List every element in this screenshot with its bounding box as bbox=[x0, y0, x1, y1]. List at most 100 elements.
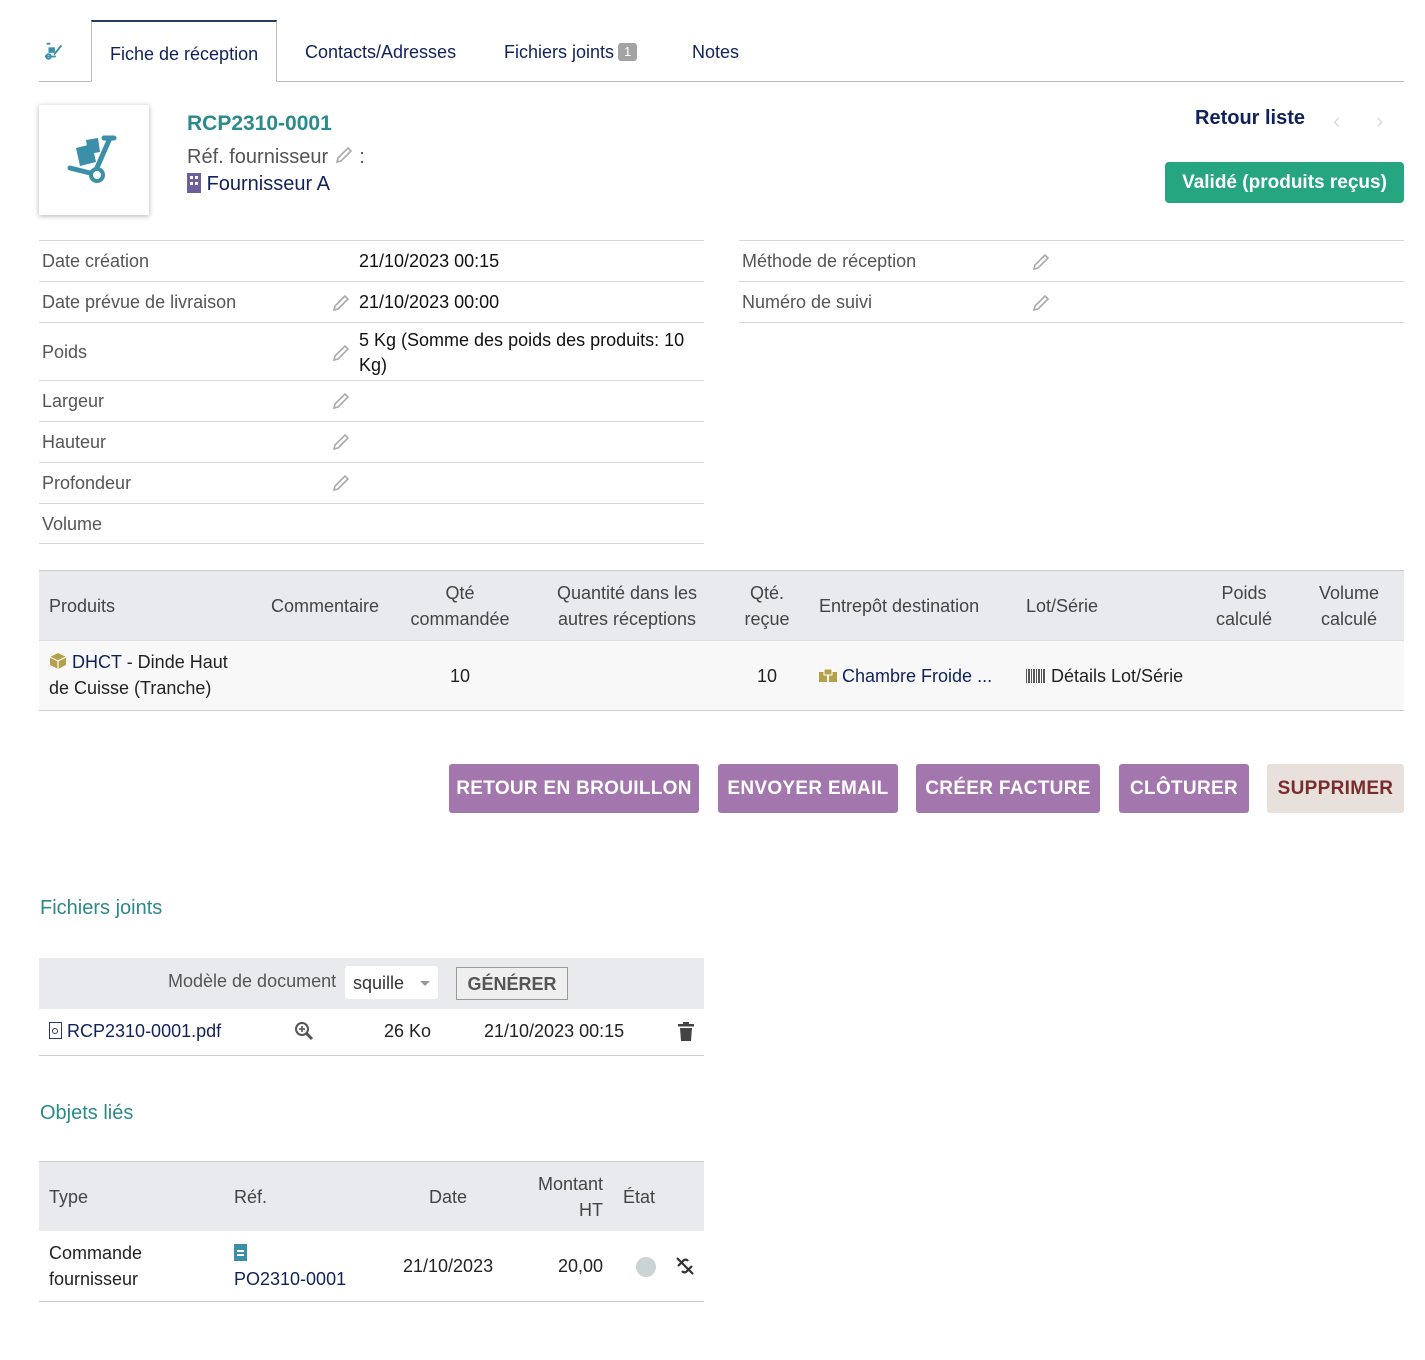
column-header-date: Date bbox=[429, 1187, 468, 1207]
pdf-file-icon bbox=[49, 1022, 62, 1039]
count-badge: 1 bbox=[618, 43, 638, 61]
next-record-icon[interactable]: › bbox=[1376, 108, 1383, 134]
field-label: Date prévue de livraison bbox=[42, 292, 237, 312]
pencil-icon[interactable] bbox=[331, 391, 351, 411]
file-size: 26 Ko bbox=[384, 1021, 432, 1041]
tab-fiche-reception[interactable]: Fiche de réception bbox=[91, 20, 278, 82]
column-header-commentaire[interactable]: Commentaire bbox=[271, 593, 379, 619]
warehouse-link[interactable]: Chambre Froide ... bbox=[842, 666, 992, 686]
lot-serie-cell[interactable]: Détails Lot/Série bbox=[1026, 663, 1183, 689]
linked-ref-link[interactable]: PO2310-0001 bbox=[234, 1269, 346, 1289]
cloturer-button[interactable]: CLÔTURER bbox=[1119, 764, 1249, 813]
field-row-profondeur: Profondeur bbox=[39, 462, 704, 503]
field-row-volume: Volume bbox=[39, 503, 704, 544]
linked-objects-header: Type Réf. Date Montant HT État bbox=[39, 1161, 704, 1231]
field-row-hauteur: Hauteur bbox=[39, 421, 704, 462]
warehouse-boxes-icon bbox=[819, 664, 837, 682]
field-row-poids: Poids 5 Kg (Somme des poids des produits… bbox=[39, 322, 704, 380]
table-row: Commande fournisseur PO2310-0001 21/10/20… bbox=[39, 1231, 704, 1302]
warehouse-cell: Chambre Froide ... bbox=[819, 663, 992, 689]
column-header-ref: Réf. bbox=[234, 1187, 268, 1207]
field-row-date-livraison: Date prévue de livraison 21/10/2023 00:0… bbox=[39, 281, 704, 322]
lot-serie-link[interactable]: Détails Lot/Série bbox=[1051, 666, 1183, 686]
pencil-icon[interactable] bbox=[1031, 293, 1051, 313]
pencil-icon[interactable] bbox=[1031, 252, 1051, 272]
envoyer-email-button[interactable]: ENVOYER EMAIL bbox=[718, 764, 898, 813]
column-header-qte-recue[interactable]: Qté. reçue bbox=[739, 580, 795, 632]
file-cell: RCP2310-0001.pdf bbox=[49, 1021, 221, 1042]
tab-contacts[interactable]: Contacts/Adresses bbox=[305, 20, 456, 82]
field-label: Hauteur bbox=[42, 432, 107, 452]
tab-fichiers-joints[interactable]: Fichiers joints 1 bbox=[504, 20, 638, 82]
chevron-down-icon bbox=[420, 981, 430, 986]
linked-objects-section-title: Objets liés bbox=[40, 1102, 134, 1124]
pencil-icon[interactable] bbox=[331, 343, 351, 363]
status-dot bbox=[636, 1257, 656, 1277]
building-icon bbox=[187, 173, 201, 193]
qte-commandee-value: 10 bbox=[449, 666, 471, 686]
column-header-type: Type bbox=[49, 1187, 89, 1207]
file-date: 21/10/2023 00:15 bbox=[484, 1021, 625, 1041]
status-badge: Validé (produits reçus) bbox=[1165, 162, 1404, 203]
column-header-volume-calcule[interactable]: Volume calculé bbox=[1311, 580, 1387, 632]
field-value: 5 Kg (Somme des poids des produits: 10 Kg… bbox=[359, 330, 685, 375]
field-label: Date création bbox=[42, 251, 150, 271]
column-header-lot-serie[interactable]: Lot/Série bbox=[1026, 593, 1098, 619]
products-table-header: Produits Commentaire Qté commandée Quanti… bbox=[39, 570, 1404, 640]
attachments-section-title: Fichiers joints bbox=[40, 897, 163, 919]
field-row-date-creation: Date création 21/10/2023 00:15 bbox=[39, 240, 704, 281]
supplier-ref-line: Réf. fournisseur : bbox=[187, 145, 365, 171]
creer-facture-button[interactable]: CRÉER FACTURE bbox=[916, 764, 1100, 813]
product-cell: DHCT - Dinde Haut de Cuisse (Tranche) bbox=[49, 652, 228, 698]
supplier-name[interactable]: Fournisseur A bbox=[207, 173, 330, 195]
pencil-icon[interactable] bbox=[331, 473, 351, 493]
column-header-qte-commandee[interactable]: Qté commandée bbox=[409, 580, 511, 632]
tab-label: Notes bbox=[692, 42, 740, 62]
model-label: Modèle de document bbox=[168, 971, 337, 991]
supplier-link[interactable]: Fournisseur A bbox=[187, 173, 330, 196]
column-header-autres-receptions[interactable]: Quantité dans les autres réceptions bbox=[547, 580, 707, 632]
field-label: Méthode de réception bbox=[742, 251, 917, 271]
column-header-entrepot[interactable]: Entrepôt destination bbox=[819, 593, 979, 619]
column-header-produits[interactable]: Produits bbox=[49, 593, 115, 619]
field-row-largeur: Largeur bbox=[39, 380, 704, 421]
file-link[interactable]: RCP2310-0001.pdf bbox=[67, 1021, 221, 1041]
product-link[interactable]: DHCT bbox=[72, 652, 122, 672]
field-label: Volume bbox=[42, 514, 103, 534]
back-to-list-link[interactable]: Retour liste bbox=[1195, 107, 1305, 130]
field-label: Largeur bbox=[42, 391, 105, 411]
qte-recue-value: 10 bbox=[756, 666, 778, 686]
pencil-icon[interactable] bbox=[331, 293, 351, 313]
pencil-icon[interactable] bbox=[334, 145, 354, 171]
linked-type: Commande fournisseur bbox=[49, 1243, 143, 1289]
linked-date: 21/10/2023 bbox=[403, 1256, 494, 1276]
tab-label: Fichiers joints bbox=[504, 42, 615, 62]
generer-button[interactable]: GÉNÉRER bbox=[456, 967, 568, 1000]
selected-model: squille bbox=[353, 973, 405, 993]
retour-brouillon-button[interactable]: RETOUR EN BROUILLON bbox=[449, 764, 699, 813]
field-row-methode-reception: Méthode de réception bbox=[739, 240, 1404, 281]
supplier-ref-label: Réf. fournisseur bbox=[187, 146, 329, 168]
unlink-icon[interactable] bbox=[674, 1255, 696, 1282]
linked-montant: 20,00 bbox=[557, 1256, 603, 1276]
field-label: Numéro de suivi bbox=[742, 292, 873, 312]
trash-icon[interactable] bbox=[678, 1022, 694, 1046]
pencil-icon[interactable] bbox=[331, 432, 351, 452]
previous-record-icon[interactable]: ‹ bbox=[1333, 108, 1340, 134]
tab-reception-icon[interactable] bbox=[43, 20, 65, 82]
supprimer-button[interactable]: SUPPRIMER bbox=[1267, 764, 1404, 813]
tab-label: Fiche de réception bbox=[110, 44, 259, 64]
field-label: Poids bbox=[42, 342, 88, 362]
barcode-icon bbox=[1026, 669, 1046, 683]
tab-notes[interactable]: Notes bbox=[692, 20, 739, 82]
field-row-numero-suivi: Numéro de suivi bbox=[739, 281, 1404, 323]
table-row: DHCT - Dinde Haut de Cuisse (Tranche) 10 … bbox=[39, 640, 1404, 711]
table-row: RCP2310-0001.pdf 26 Ko 21/10/2023 00:15 bbox=[39, 1009, 704, 1056]
preview-zoom-icon[interactable] bbox=[294, 1021, 314, 1046]
column-header-etat: État bbox=[623, 1187, 656, 1207]
column-header-poids-calcule[interactable]: Poids calculé bbox=[1207, 580, 1281, 632]
object-logo bbox=[39, 105, 149, 215]
document-model-select[interactable]: squille bbox=[345, 966, 438, 999]
field-label: Profondeur bbox=[42, 473, 132, 493]
column-header-montant-ht: Montant HT bbox=[537, 1174, 603, 1220]
